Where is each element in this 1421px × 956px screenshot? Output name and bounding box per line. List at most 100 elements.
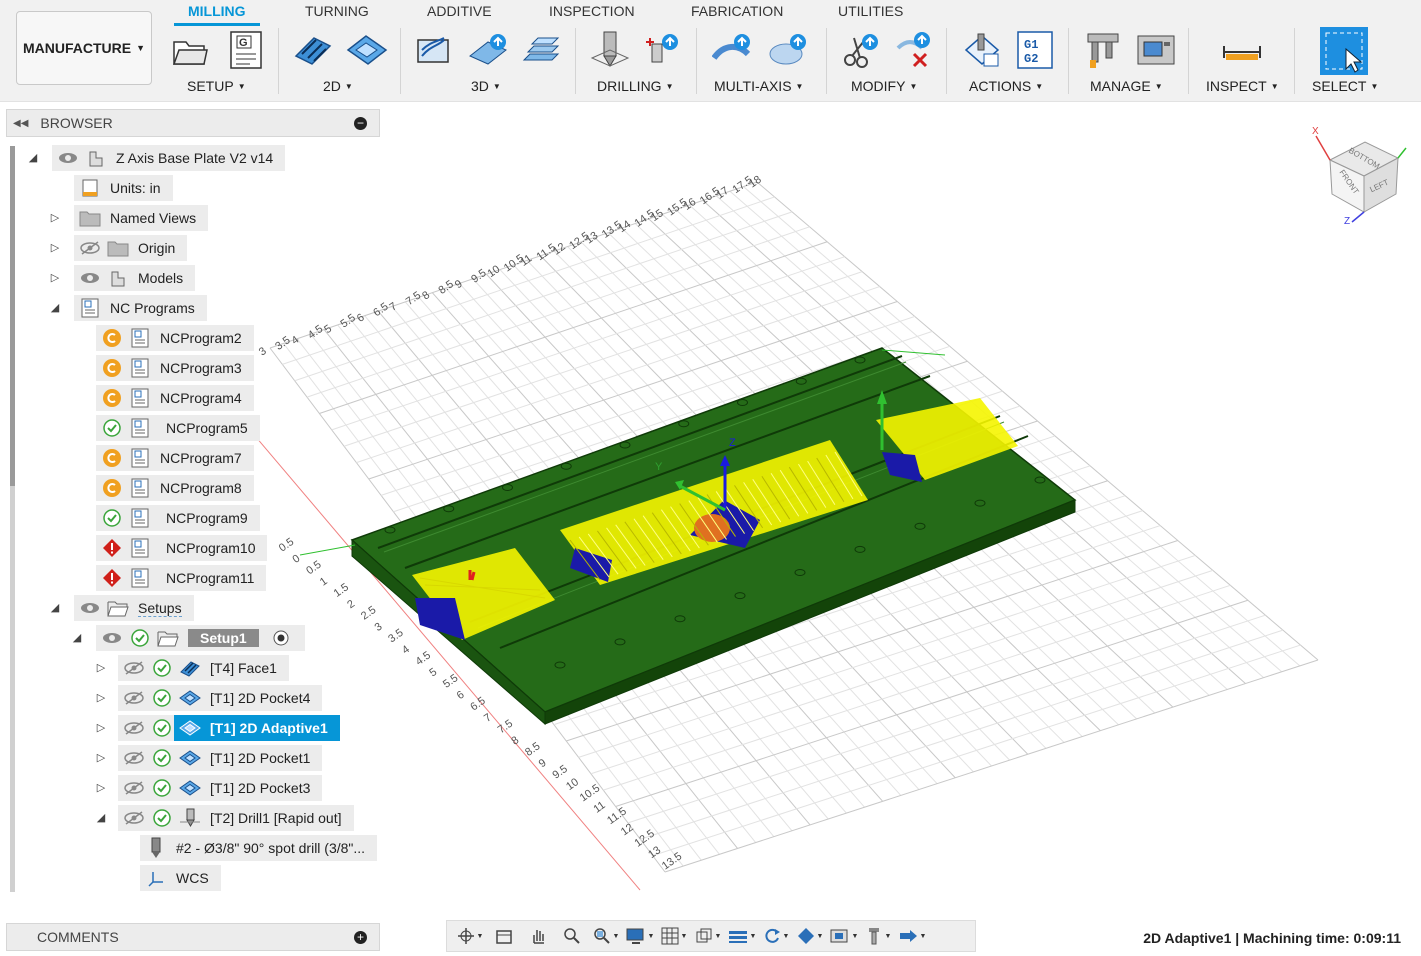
- visibility-eye-icon[interactable]: [56, 146, 80, 170]
- measure-icon[interactable]: [1222, 30, 1262, 70]
- tree-tool[interactable]: #2 - Ø3/8" 90° spot drill (3/8"...: [140, 835, 378, 861]
- select-icon[interactable]: [1320, 27, 1368, 75]
- radio-active-icon[interactable]: [269, 626, 293, 650]
- pan-hand-icon[interactable]: [521, 922, 555, 950]
- tree-root-component[interactable]: Z Axis Base Plate V2 v14: [52, 145, 286, 171]
- nc-program-item[interactable]: NCProgram10: [96, 535, 268, 561]
- tree-nc-programs[interactable]: NC Programs: [74, 295, 207, 321]
- setup-group-menu[interactable]: SETUP ▼: [187, 78, 246, 94]
- simulate-icon[interactable]: [962, 30, 1002, 70]
- section-analysis-icon[interactable]: ▼: [725, 922, 759, 950]
- nc-program-item[interactable]: NCProgram3: [96, 355, 254, 381]
- expand-toggle-operation[interactable]: ▷: [94, 751, 108, 765]
- expand-toggle-setup1[interactable]: ◢: [70, 631, 84, 645]
- zoom-icon[interactable]: [555, 922, 589, 950]
- tab-fabrication[interactable]: FABRICATION: [691, 3, 783, 19]
- expand-toggle-models[interactable]: ▷: [48, 271, 62, 285]
- visibility-eye-icon[interactable]: [78, 266, 102, 290]
- swarf-icon[interactable]: [768, 30, 808, 70]
- nc-program-item[interactable]: NCProgram4: [96, 385, 254, 411]
- expand-toggle-named-views[interactable]: ▷: [48, 211, 62, 225]
- tab-utilities[interactable]: UTILITIES: [838, 3, 903, 19]
- tree-setup1[interactable]: Setup1: [96, 625, 305, 651]
- operation-item[interactable]: [T1] 2D Pocket4: [118, 685, 323, 711]
- 3d-contour-icon[interactable]: [520, 30, 560, 70]
- workspace-switcher[interactable]: MANUFACTURE ▼: [16, 11, 152, 85]
- setup-folder-icon[interactable]: [170, 30, 210, 70]
- operation-item[interactable]: [T2] Drill1 [Rapid out]: [118, 805, 354, 831]
- expand-toggle-operation[interactable]: ▷: [94, 781, 108, 795]
- expand-toggle-operation[interactable]: ▷: [94, 691, 108, 705]
- tab-additive[interactable]: ADDITIVE: [427, 3, 492, 19]
- visibility-eye-icon[interactable]: [122, 746, 146, 770]
- nc-program-item[interactable]: NCProgram8: [96, 475, 254, 501]
- tree-origin[interactable]: Origin: [74, 235, 188, 261]
- expand-toggle-operation[interactable]: ▷: [94, 721, 108, 735]
- tree-units[interactable]: Units: in: [74, 175, 173, 201]
- drilling-group-menu[interactable]: DRILLING ▼: [597, 78, 674, 94]
- viewports-icon[interactable]: ▼: [691, 922, 725, 950]
- operation-item[interactable]: [T4] Face1: [118, 655, 289, 681]
- toolpath-display-icon[interactable]: ▼: [895, 922, 929, 950]
- operation-item[interactable]: [T1] 2D Pocket3: [118, 775, 323, 801]
- expand-toggle-operation[interactable]: ◢: [94, 811, 108, 825]
- multi-axis-contour-icon[interactable]: [711, 30, 752, 70]
- actions-group-menu[interactable]: ACTIONS ▼: [969, 78, 1043, 94]
- tab-turning[interactable]: TURNING: [305, 3, 369, 19]
- visibility-eye-icon[interactable]: [100, 626, 124, 650]
- visibility-eye-icon[interactable]: [78, 236, 102, 260]
- tree-models[interactable]: Models: [74, 265, 196, 291]
- operation-item[interactable]: [T1] 2D Adaptive1: [118, 715, 340, 741]
- inspect-group-menu[interactable]: INSPECT ▼: [1206, 78, 1279, 94]
- drill-icon[interactable]: [590, 30, 630, 70]
- orbit-constrained-icon[interactable]: ▼: [453, 922, 487, 950]
- look-at-icon[interactable]: [487, 922, 521, 950]
- nc-program-item[interactable]: NCProgram2: [96, 325, 254, 351]
- display-settings-icon[interactable]: ▼: [623, 922, 657, 950]
- 3d-adaptive-icon[interactable]: [414, 30, 454, 70]
- zoom-window-icon[interactable]: ▼: [589, 922, 623, 950]
- add-comment-icon[interactable]: +: [354, 931, 367, 944]
- tab-milling[interactable]: MILLING: [188, 3, 246, 19]
- 3d-pocket-icon[interactable]: [468, 30, 508, 70]
- machine-library-icon[interactable]: [1136, 30, 1176, 70]
- visibility-eye-icon[interactable]: [122, 806, 146, 830]
- visual-style-icon[interactable]: ▼: [793, 922, 827, 950]
- tool-library-icon[interactable]: [1084, 30, 1124, 70]
- nc-program-item[interactable]: NCProgram11: [96, 565, 267, 591]
- visibility-eye-icon[interactable]: [122, 686, 146, 710]
- grid-settings-icon[interactable]: ▼: [657, 922, 691, 950]
- minimize-panel-icon[interactable]: −: [354, 117, 367, 130]
- nc-program-item[interactable]: NCProgram5: [96, 415, 260, 441]
- 2d-face-icon[interactable]: [292, 30, 332, 70]
- view-cube[interactable]: BOTTOM LEFT FRONT X Z: [1310, 120, 1410, 230]
- visibility-eye-icon[interactable]: [78, 596, 102, 620]
- modify-group-menu[interactable]: MODIFY ▼: [851, 78, 917, 94]
- expand-toggle-nc-programs[interactable]: ◢: [48, 301, 62, 315]
- collapse-panel-icon[interactable]: ◀◀: [13, 118, 28, 129]
- delete-toolpath-icon[interactable]: [894, 30, 934, 70]
- manage-group-menu[interactable]: MANAGE ▼: [1090, 78, 1163, 94]
- scissors-icon[interactable]: [842, 30, 882, 70]
- post-process-icon[interactable]: G1 G2: [1016, 30, 1056, 70]
- stock-display-icon[interactable]: ▼: [827, 922, 861, 950]
- tree-wcs[interactable]: WCS: [140, 865, 221, 891]
- nc-program-icon[interactable]: G: [228, 30, 268, 70]
- multi-axis-group-menu[interactable]: MULTI-AXIS ▼: [714, 78, 803, 94]
- visibility-eye-icon[interactable]: [122, 656, 146, 680]
- browser-scrollbar-thumb[interactable]: [10, 146, 15, 486]
- expand-toggle-operation[interactable]: ▷: [94, 661, 108, 675]
- visibility-eye-icon[interactable]: [122, 716, 146, 740]
- tree-named-views[interactable]: Named Views: [74, 205, 209, 231]
- tree-setups[interactable]: Setups: [74, 595, 194, 621]
- visibility-eye-icon[interactable]: [122, 776, 146, 800]
- nc-program-item[interactable]: NCProgram9: [96, 505, 260, 531]
- refresh-icon[interactable]: ▼: [759, 922, 793, 950]
- expand-toggle-origin[interactable]: ▷: [48, 241, 62, 255]
- 2d-group-menu[interactable]: 2D ▼: [323, 78, 353, 94]
- select-group-menu[interactable]: SELECT ▼: [1312, 78, 1378, 94]
- hole-recognition-icon[interactable]: [642, 30, 682, 70]
- expand-toggle-setups[interactable]: ◢: [48, 601, 62, 615]
- 2d-pocket-icon[interactable]: [346, 30, 388, 70]
- operation-item[interactable]: [T1] 2D Pocket1: [118, 745, 323, 771]
